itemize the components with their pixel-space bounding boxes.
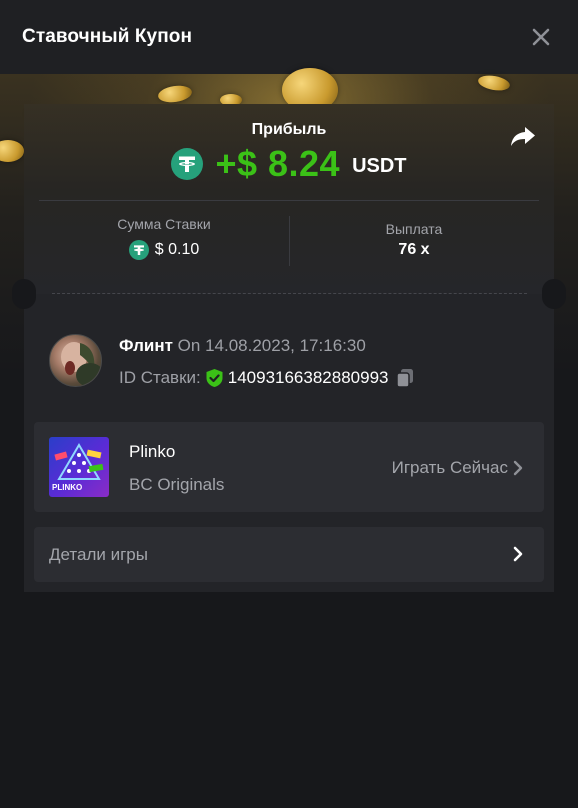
user-line: Флинт On 14.08.2023, 17:16:30 [119,336,366,356]
bet-id: 14093166382880993 [227,368,389,387]
game-details-row[interactable]: Детали игры [34,527,544,582]
bet-amount-label: Сумма Ставки [117,216,211,232]
game-thumbnail: PLINKO [49,437,109,497]
bet-amount-text: $ 0.10 [154,241,200,258]
bet-id-label: ID Ставки: [119,368,201,387]
profit-value: +$ 8.24 [215,143,341,184]
avatar-image [61,342,101,386]
profit-row: +$ 8.24 USDT [24,142,554,186]
dashed-separator [52,293,527,294]
payout-label: Выплата [385,221,443,237]
game-row[interactable]: PLINKO Plinko BC Originals Играть Сейчас [34,422,544,512]
tether-icon [128,240,149,260]
coin-decoration [0,140,24,162]
game-thumbnail-label: PLINKO [52,483,83,492]
ticket-notch-left [12,279,36,309]
payout-value: 76 x [398,241,430,258]
game-name: Plinko [129,442,176,461]
bet-id-line: ID Ставки: 14093166382880993 [119,368,414,388]
divider [39,200,539,201]
copy-icon[interactable] [396,368,414,388]
game-provider: BC Originals [129,475,225,494]
close-icon[interactable] [528,24,554,50]
chevron-right-icon [513,546,523,562]
coin-decoration [477,73,511,93]
tether-icon [171,148,204,180]
ticket-notch-right [542,279,566,309]
play-now-link[interactable]: Играть Сейчас [392,458,508,478]
chevron-right-icon [513,460,523,476]
user-name[interactable]: Флинт [119,336,173,355]
avatar[interactable] [49,334,102,387]
bet-coupon-card: Прибыль +$ 8.24 USDT Сумма Ставки $ 0.10… [12,104,566,592]
shield-check-icon [206,369,223,387]
bet-date: On 14.08.2023, 17:16:30 [177,336,366,355]
bet-amount-value: $ 0.10 [39,240,289,260]
coin-decoration [157,83,193,105]
profit-currency: USDT [352,154,407,177]
profit-label: Прибыль [251,121,327,138]
share-icon[interactable] [509,124,537,150]
header: Ставочный Купон [0,0,578,74]
header-title: Ставочный Купон [22,26,193,47]
game-details-label: Детали игры [49,545,148,564]
